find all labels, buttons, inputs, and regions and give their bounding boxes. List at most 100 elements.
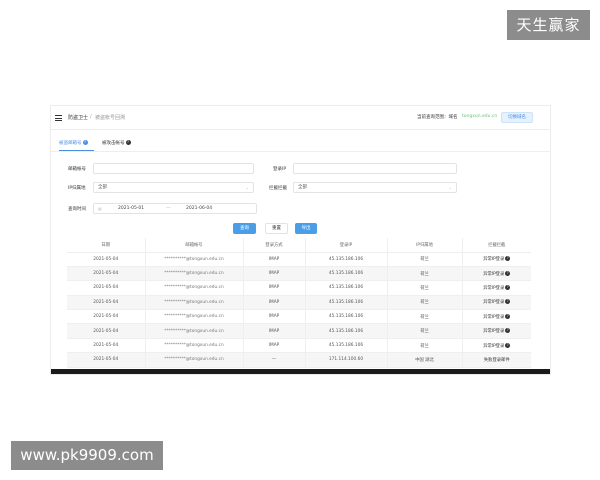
cell-method: IMAP [243,309,306,325]
cell-ip: 45.135.186.106 [305,338,388,354]
cell-action: 异常IP登录? [462,295,531,311]
account-filter-label: 邮箱帐号 [68,167,86,172]
chevron-down-icon: ⌄ [448,185,452,190]
chevron-down-icon: ⌄ [245,185,249,190]
action-label: 异常IP登录 [483,285,505,291]
column-header[interactable]: 登录方式 [243,238,306,253]
table-row[interactable]: 2021-05-04 **********@tongxun.edu.cn IMA… [67,252,531,267]
table-row[interactable]: 2021-05-04 **********@tongxun.edu.cn IMA… [67,338,531,354]
ip-region-filter-label: IP归属地 [68,186,86,191]
cell-method: IMAP [243,295,306,311]
cell-date: 2021-05-04 [67,280,146,296]
question-icon[interactable]: ? [505,313,511,319]
tab-bar: 被盗邮箱号? 被攻击帐号? [51,132,550,152]
cell-action: 异常IP登录? [462,280,531,296]
hamburger-icon[interactable] [55,115,62,121]
cell-account: **********@tongxun.edu.cn [145,338,244,354]
table-row[interactable]: 2021-05-04 **********@tongxun.edu.cn IMA… [67,266,531,282]
cell-date: 2021-05-04 [67,323,146,339]
ip-region-value: 全部 [98,185,107,190]
cell-date: 2021-05-04 [67,352,146,368]
cell-region: 荷兰 [387,309,463,325]
cell-method: IMAP [243,280,306,296]
domain-scope-label: 当前查询范围：域名 [417,115,458,120]
question-icon[interactable]: ? [505,299,511,305]
cell-region: 中国 湖北 [387,352,463,368]
question-icon[interactable]: ? [505,270,511,276]
question-icon[interactable]: ? [505,256,511,262]
query-button[interactable]: 查询 [233,223,256,234]
tab-label: 被攻击帐号 [102,141,125,146]
table-row[interactable]: 2021-05-04 **********@tongxun.edu.cn IMA… [67,280,531,296]
cell-ip: 45.135.186.106 [305,266,388,282]
breadcrumb-separator: / [90,114,92,120]
reset-button[interactable]: 重置 [265,223,288,234]
cell-method: IMAP [243,323,306,339]
cell-region: 荷兰 [387,323,463,339]
cell-region: 荷兰 [387,280,463,296]
screenshot-bottom-border [51,369,550,374]
active-tab-indicator [59,150,94,151]
question-icon[interactable]: ? [505,342,511,348]
watermark-bottom-left: www.pk9909.com [11,441,163,470]
cell-method: — [243,352,306,368]
start-date[interactable]: 2021-05-01 [118,204,144,213]
table-row[interactable]: 2021-05-04 **********@tongxun.edu.cn IMA… [67,309,531,325]
watermark-top-right: 天生赢家 [507,10,590,40]
column-header[interactable]: 日期 [67,238,146,253]
cell-action: 异常IP登录? [462,266,531,282]
cell-ip: 45.135.186.106 [305,323,388,339]
table-row[interactable]: 2021-05-04 **********@tongxun.edu.cn — 1… [67,352,531,368]
question-icon[interactable]: ? [505,328,511,334]
date-range-picker[interactable]: ▦ 2021-05-01 — 2021-06-04 [93,203,257,214]
cell-ip: 171.114.100.60 [305,352,388,368]
cell-account: **********@tongxun.edu.cn [145,266,244,282]
cell-action: 异常IP登录? [462,309,531,325]
cell-ip: 45.135.186.106 [305,252,388,267]
login-ip-filter-label: 登录IP [273,167,287,172]
cell-method: IMAP [243,338,306,354]
cell-method: IMAP [243,266,306,282]
cell-region: 荷兰 [387,266,463,282]
cell-date: 2021-05-04 [67,338,146,354]
top-bar: 防盗卫士 / 被盗帐号回溯 当前查询范围：域名 tongxun.edu.cn 切… [51,106,550,130]
cell-date: 2021-05-04 [67,309,146,325]
account-input[interactable] [93,163,254,174]
action-label: 异常IP登录 [483,314,505,320]
info-icon[interactable]: ? [125,140,131,145]
cell-action: 异常IP登录? [462,252,531,267]
end-date[interactable]: 2021-06-04 [186,204,212,213]
breadcrumb-root[interactable]: 防盗卫士 [68,114,88,121]
table-row[interactable]: 2021-05-04 **********@tongxun.edu.cn IMA… [67,323,531,339]
cell-account: **********@tongxun.edu.cn [145,352,244,368]
info-icon[interactable]: ? [82,140,88,145]
cell-date: 2021-05-04 [67,266,146,282]
ip-region-select[interactable]: 全部 ⌄ [93,182,254,193]
page: 天生赢家 防盗卫士 / 被盗帐号回溯 当前查询范围：域名 tongxun.edu… [0,0,600,480]
export-button[interactable]: 导出 [295,223,317,234]
results-table: 日期 邮箱帐号 登录方式 登录IP IP归属地 拦截拦截 2021-05-04 … [67,238,531,368]
table-row[interactable]: 2021-05-04 **********@tongxun.edu.cn IMA… [67,295,531,311]
action-label: 失败登录邮件 [483,357,510,363]
cell-action: 异常IP登录? [462,323,531,339]
login-ip-input[interactable] [293,163,457,174]
action-label: 异常IP登录 [483,257,505,263]
cell-ip: 45.135.186.106 [305,309,388,325]
tab-attacked-accounts[interactable]: 被攻击帐号? [102,140,131,146]
cell-ip: 45.135.186.106 [305,295,388,311]
cell-region: 荷兰 [387,252,463,267]
cell-action: 异常IP登录? [462,338,531,354]
breadcrumb-current: 被盗帐号回溯 [95,115,126,121]
date-separator: — [166,206,171,211]
column-header[interactable]: 邮箱帐号 [145,238,244,253]
cell-account: **********@tongxun.edu.cn [145,309,244,325]
cell-region: 荷兰 [387,295,463,311]
block-select[interactable]: 全部 ⌄ [293,182,457,193]
column-header[interactable]: 登录IP [305,238,388,253]
tab-stolen-accounts[interactable]: 被盗邮箱号? [59,140,88,146]
switch-domain-button[interactable]: 切换域名 [501,112,533,123]
question-icon[interactable]: ? [505,284,511,290]
column-header[interactable]: IP归属地 [387,238,463,253]
cell-action: 失败登录邮件 [462,352,531,368]
column-header[interactable]: 拦截拦截 [462,238,531,253]
